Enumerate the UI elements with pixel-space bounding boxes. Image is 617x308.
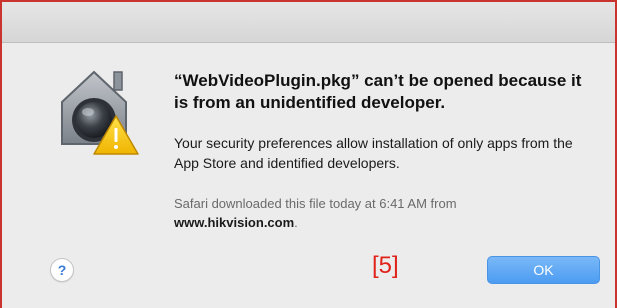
- download-source-suffix: .: [294, 215, 298, 230]
- alert-window: “WebVideoPlugin.pkg” can’t be opened bec…: [0, 0, 617, 308]
- download-source-text: Safari downloaded this file today at 6:4…: [174, 194, 594, 232]
- step-annotation: [5]: [372, 252, 399, 279]
- download-source-label: Safari downloaded this file today at 6:4…: [174, 196, 457, 211]
- ok-button[interactable]: OK: [487, 256, 600, 284]
- help-button[interactable]: ?: [50, 258, 74, 282]
- dialog-title: “WebVideoPlugin.pkg” can’t be opened bec…: [174, 71, 582, 112]
- window-titlebar[interactable]: [2, 2, 615, 43]
- download-source-url: www.hikvision.com: [174, 215, 295, 230]
- gatekeeper-warning-icon: [54, 58, 146, 158]
- dialog-message: Your security preferences allow installa…: [174, 135, 573, 171]
